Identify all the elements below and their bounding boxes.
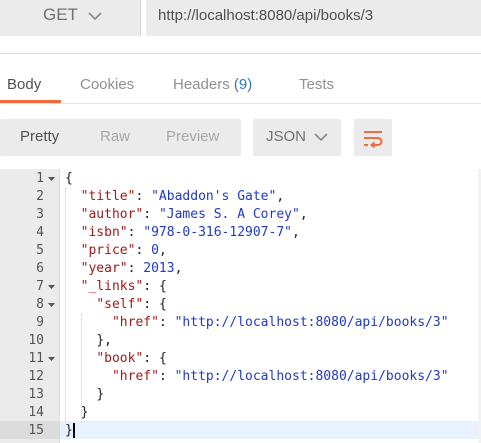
format-dropdown[interactable]: JSON [253, 119, 341, 156]
code-line: }, [96, 333, 112, 348]
line-number: 10 [28, 333, 44, 348]
line-number: 12 [28, 369, 44, 384]
line-number: 9 [36, 315, 44, 330]
code-line: } [96, 387, 105, 402]
raw-button[interactable]: Raw [100, 128, 130, 145]
code-line: "title": "Abaddon's Gate", [80, 189, 285, 204]
caret-down-icon[interactable] [47, 296, 56, 314]
request-bar-divider [0, 36, 481, 54]
response-tabs: Body Cookies Headers (9) Tests [0, 68, 481, 104]
method-dropdown[interactable]: GET [0, 0, 141, 36]
headers-count-badge: (9) [233, 76, 253, 93]
line-number: 6 [36, 261, 44, 276]
caret-down-icon[interactable] [47, 278, 56, 296]
request-bar: GET http://localhost:8080/api/books/3 [0, 0, 481, 38]
response-viewer: GET http://localhost:8080/api/books/3 Bo… [0, 0, 481, 443]
tab-headers[interactable]: Headers (9) [173, 76, 252, 93]
code-line: "href": "http://localhost:8080/api/books… [111, 315, 449, 330]
line-number: 8 [36, 297, 44, 312]
code-line: "self": { [96, 297, 167, 312]
line-number: 7 [36, 279, 44, 294]
format-label: JSON [266, 128, 307, 145]
code-line: "year": 2013, [80, 261, 183, 276]
indent-guide [65, 188, 66, 422]
line-number: 4 [36, 225, 44, 240]
line-number: 11 [28, 351, 44, 366]
code-line: "isbn": "978-0-316-12907-7", [80, 225, 300, 240]
text-cursor [73, 423, 75, 438]
tab-headers-label: Headers [173, 76, 230, 93]
wrap-lines-button[interactable] [354, 119, 392, 156]
code-line: } [65, 423, 73, 438]
response-body-editor[interactable]: 1 2 3 4 5 6 7 8 9 10 11 12 13 14 15 { "title": "Abaddo… [0, 169, 481, 443]
active-line-highlight [60, 421, 481, 439]
line-number: 13 [28, 387, 44, 402]
line-number: 3 [36, 207, 44, 222]
indent-guide [81, 314, 82, 422]
line-number: 2 [36, 189, 44, 204]
code-line: "author": "James S. A Corey", [80, 207, 308, 222]
line-number: 1 [36, 171, 44, 186]
view-mode-group: Pretty Raw Preview [0, 119, 241, 156]
caret-down-icon[interactable] [47, 350, 56, 368]
code-line: } [80, 405, 89, 420]
code-line: "price": 0, [80, 243, 167, 258]
code-line: "href": "http://localhost:8080/api/books… [111, 369, 449, 384]
line-number: 14 [28, 405, 44, 420]
url-input[interactable]: http://localhost:8080/api/books/3 [146, 0, 481, 36]
wrap-lines-icon [364, 131, 383, 149]
line-number: 5 [36, 243, 44, 258]
active-tab-indicator [0, 100, 61, 103]
preview-button[interactable]: Preview [166, 128, 219, 145]
tab-cookies[interactable]: Cookies [80, 76, 134, 93]
tab-tests[interactable]: Tests [299, 76, 334, 93]
line-number: 15 [28, 423, 44, 438]
pretty-button[interactable]: Pretty [20, 128, 59, 145]
tab-body[interactable]: Body [7, 76, 41, 93]
chevron-down-icon [88, 12, 102, 21]
caret-down-icon[interactable] [47, 170, 56, 188]
code-line: "_links": { [80, 279, 167, 294]
method-label: GET [43, 5, 78, 24]
chevron-down-icon [314, 133, 328, 142]
code-line: { [65, 171, 73, 186]
response-toolbar: Pretty Raw Preview JSON [0, 119, 481, 157]
